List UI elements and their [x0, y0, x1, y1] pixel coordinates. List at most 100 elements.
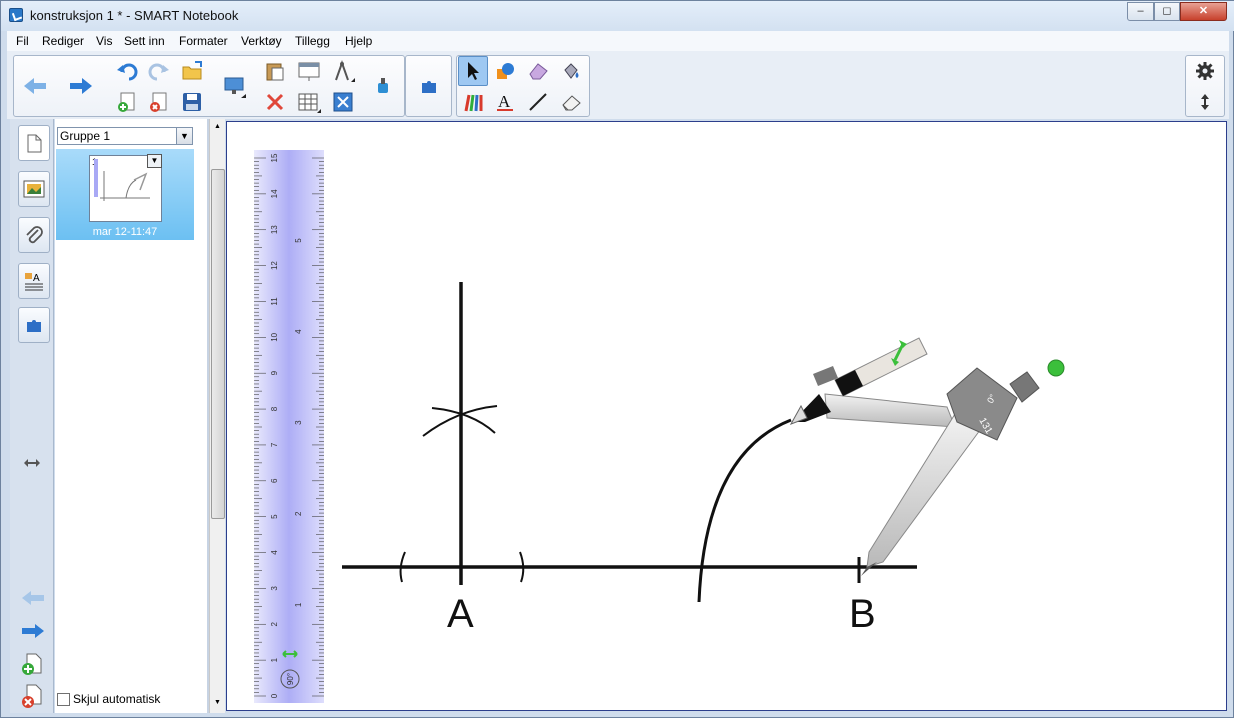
tab-page-sorter[interactable]	[18, 125, 50, 161]
menu-fil[interactable]: Fil	[16, 34, 29, 48]
tab-attachments[interactable]	[18, 217, 50, 253]
resize-sidebar-icon	[24, 459, 40, 467]
toolbar-group-tools: A	[456, 55, 590, 117]
tab-gallery[interactable]	[18, 171, 50, 207]
minimize-button[interactable]: –	[1127, 2, 1154, 21]
compass-rotate-handle-icon[interactable]	[1047, 359, 1065, 377]
select-tool-button[interactable]	[458, 56, 488, 86]
delete-page-sidebar-button[interactable]	[20, 683, 44, 712]
title-bar[interactable]: konstruksjon 1 * - SMART Notebook – ◻ ✕	[1, 1, 1234, 31]
next-page-button[interactable]	[20, 621, 46, 644]
pens-button[interactable]	[458, 87, 488, 117]
ruler-cm-label: 6	[270, 478, 279, 483]
autohide-checkbox[interactable]	[57, 692, 70, 706]
resize-sidebar-control[interactable]	[23, 457, 41, 472]
minimize-icon: –	[1137, 5, 1144, 17]
shape-eraser-button[interactable]	[523, 56, 553, 86]
whiteboard-canvas[interactable]: 0 1 2 3 4 5 6 7 8 9 10 11 12 13 14 15 1 2 3 4 5 90° A	[226, 121, 1227, 711]
open-button[interactable]	[177, 56, 207, 86]
close-icon: ✕	[1198, 5, 1209, 17]
page-sorter-panel: Gruppe 1 ▼ 1 ▼ mar 12-11:47 S	[55, 119, 207, 713]
undo-icon	[117, 63, 138, 81]
fill-button[interactable]	[556, 56, 586, 86]
redo-icon	[148, 63, 169, 81]
new-page-button[interactable]	[112, 87, 142, 117]
menu-rediger[interactable]: Rediger	[42, 34, 84, 48]
close-button[interactable]: ✕	[1180, 2, 1227, 21]
tab-properties[interactable]: A	[18, 263, 50, 299]
scroll-up-icon[interactable]: ▲	[214, 123, 221, 130]
main-toolbar: A	[7, 51, 1229, 119]
previous-page-icon	[22, 591, 44, 605]
line-icon	[529, 93, 547, 111]
select-pointer-icon	[468, 62, 479, 80]
scrollbar-thumb[interactable]	[211, 169, 225, 519]
fullscreen-button[interactable]	[328, 87, 358, 117]
measurement-tools-icon	[335, 60, 355, 82]
settings-button[interactable]	[1190, 56, 1220, 86]
paste-icon	[266, 63, 284, 81]
measurement-tools-button[interactable]	[328, 56, 358, 86]
fill-icon	[564, 63, 579, 79]
attachments-icon	[26, 226, 43, 244]
back-button[interactable]	[20, 71, 50, 101]
line-button[interactable]	[523, 87, 553, 117]
compass-arc	[697, 418, 792, 603]
page-sorter-icon	[27, 134, 42, 153]
menu-tillegg[interactable]: Tillegg	[295, 34, 330, 48]
autohide-option[interactable]: Skjul automatisk	[57, 692, 160, 706]
shapes-button[interactable]	[490, 56, 520, 86]
vertical-scrollbar[interactable]: ▲ ▼	[209, 119, 225, 713]
group-select[interactable]: Gruppe 1 ▼	[57, 127, 193, 145]
display-screen-button[interactable]	[219, 71, 249, 101]
ruler-tool[interactable]: 012345678910111213141512345 90°	[254, 150, 324, 703]
next-page-icon	[22, 624, 44, 638]
scroll-down-icon[interactable]: ▼	[214, 699, 221, 706]
text-button[interactable]: A	[490, 87, 520, 117]
save-button[interactable]	[177, 87, 207, 117]
magic-pen-icon	[378, 78, 388, 93]
window-title: konstruksjon 1 * - SMART Notebook	[30, 8, 239, 23]
delete-page-button[interactable]	[144, 87, 174, 117]
compass-tool[interactable]: 131 0°	[789, 337, 1040, 576]
magic-pen-button[interactable]	[368, 71, 398, 101]
undo-button[interactable]	[112, 56, 142, 86]
ruler-cm-label: 9	[270, 370, 279, 375]
addon-button[interactable]	[414, 71, 444, 101]
add-page-button[interactable]	[20, 652, 44, 679]
menu-sett-inn[interactable]: Sett inn	[124, 34, 165, 48]
maximize-button[interactable]: ◻	[1154, 2, 1180, 21]
delete-x-icon	[266, 93, 284, 111]
ruler-inch-label: 5	[294, 238, 303, 243]
thumbnail-menu-chevron-icon[interactable]: ▼	[147, 154, 162, 168]
svg-text:A: A	[33, 273, 40, 284]
ruler-cm-label: 11	[270, 297, 279, 306]
fullscreen-icon	[333, 92, 353, 112]
add-page-icon	[22, 653, 42, 675]
toolbar-position-icon	[1201, 94, 1209, 110]
menu-formater[interactable]: Formater	[179, 34, 228, 48]
table-button[interactable]	[294, 87, 324, 117]
chevron-down-icon[interactable]: ▼	[176, 128, 192, 144]
screen-shade-button[interactable]	[294, 56, 324, 86]
ruler-cm-label: 7	[270, 442, 279, 447]
delete-page-icon	[22, 684, 42, 708]
table-icon	[298, 93, 321, 113]
menu-hjelp[interactable]: Hjelp	[345, 34, 372, 48]
forward-button[interactable]	[66, 71, 96, 101]
redo-button[interactable]	[144, 56, 174, 86]
menu-verktoy[interactable]: Verktøy	[241, 34, 282, 48]
ruler-cm-label: 14	[270, 189, 279, 198]
toolbar-position-button[interactable]	[1190, 87, 1220, 117]
page-thumbnail[interactable]: 1 ▼ mar 12-11:47	[56, 149, 194, 240]
eraser-shape-icon	[529, 63, 548, 80]
ruler-cm-label: 8	[270, 406, 279, 411]
paste-button[interactable]	[260, 56, 290, 86]
delete-button[interactable]	[260, 87, 290, 117]
previous-page-button[interactable]	[20, 588, 46, 611]
toolbar-group-settings	[1185, 55, 1225, 117]
settings-gear-icon	[1196, 62, 1214, 80]
eraser-button[interactable]	[556, 87, 586, 117]
tab-addons[interactable]	[18, 307, 50, 343]
menu-vis[interactable]: Vis	[96, 34, 112, 48]
